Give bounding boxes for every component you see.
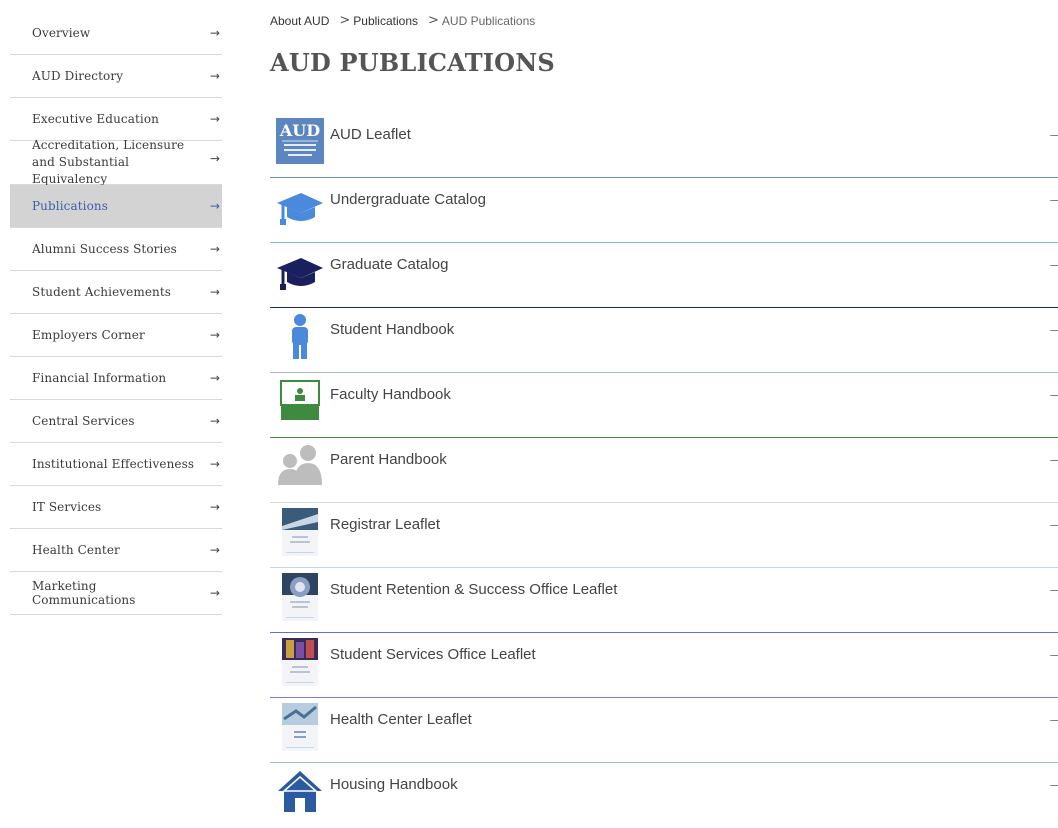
aud-logo-icon: AUD — [270, 118, 330, 172]
sidebar-item-student-achievements[interactable]: Student Achievements → — [10, 271, 222, 314]
collapse-icon[interactable]: – — [1050, 451, 1058, 467]
faculty-board-icon — [270, 378, 330, 432]
house-icon — [270, 768, 330, 822]
arrow-right-icon: → — [209, 414, 220, 428]
sidebar-item-label: Marketing Communications — [32, 579, 136, 607]
svg-text:AUD: AUD — [279, 121, 320, 140]
collapse-icon[interactable]: – — [1050, 386, 1058, 402]
sidebar-item-alumni-success-stories[interactable]: Alumni Success Stories → — [10, 228, 222, 271]
publication-label: Graduate Catalog — [330, 256, 449, 273]
sidebar-item-label: Financial Information — [32, 371, 167, 385]
publication-label: Student Retention & Success Office Leafl… — [330, 581, 618, 598]
publication-label: Student Services Office Leaflet — [330, 646, 536, 663]
arrow-right-icon: → — [209, 69, 220, 83]
arrow-right-icon: → — [209, 112, 220, 126]
sidebar-item-label: Student Achievements — [32, 285, 172, 299]
graduation-cap-dark-icon — [270, 248, 330, 302]
sidebar-nav: Overview → AUD Directory → Executive Edu… — [10, 12, 222, 615]
publication-label: Faculty Handbook — [330, 386, 451, 403]
sidebar-item-label: Health Center — [32, 543, 120, 557]
breadcrumb-about-aud[interactable]: About AUD — [270, 14, 329, 28]
breadcrumb-current: AUD Publications — [441, 13, 536, 28]
collapse-icon[interactable]: – — [1050, 581, 1058, 597]
sidebar-item-it-services[interactable]: IT Services → — [10, 486, 222, 529]
sidebar-item-executive-education[interactable]: Executive Education → — [10, 98, 222, 141]
arrow-right-icon: → — [209, 500, 220, 514]
sidebar-item-label: AUD Directory — [32, 69, 124, 83]
registrar-leaflet-thumbnail-icon — [270, 508, 330, 562]
sidebar-item-aud-directory[interactable]: AUD Directory → — [10, 55, 222, 98]
student-person-icon — [270, 313, 330, 367]
collapse-icon[interactable]: – — [1050, 256, 1058, 272]
chevron-right-icon: > — [428, 13, 439, 28]
sidebar-item-label: IT Services — [32, 500, 102, 514]
sidebar-item-label: Central Services — [32, 414, 135, 428]
graduation-cap-light-icon — [270, 183, 330, 237]
sidebar-item-institutional-effectiveness[interactable]: Institutional Effectiveness → — [10, 443, 222, 486]
page-title: AUD PUBLICATIONS — [270, 48, 555, 77]
publication-row-parent-handbook[interactable]: Parent Handbook – — [270, 438, 1058, 503]
collapse-icon[interactable]: – — [1050, 321, 1058, 337]
arrow-right-icon: → — [209, 371, 220, 385]
collapse-icon[interactable]: – — [1050, 126, 1058, 142]
collapse-icon[interactable]: – — [1050, 191, 1058, 207]
collapse-icon[interactable]: – — [1050, 646, 1058, 662]
breadcrumb-publications[interactable]: Publications — [353, 14, 418, 28]
retention-leaflet-thumbnail-icon — [270, 573, 330, 627]
collapse-icon[interactable]: – — [1050, 711, 1058, 727]
arrow-right-icon: → — [209, 543, 220, 557]
arrow-right-icon: → — [209, 328, 220, 342]
sidebar-item-label: Publications — [32, 199, 109, 213]
collapse-icon[interactable]: – — [1050, 776, 1058, 792]
publication-label: Undergraduate Catalog — [330, 191, 486, 208]
sidebar-item-label: Institutional Effectiveness — [32, 457, 195, 471]
publication-row-housing-handbook[interactable]: Housing Handbook – — [270, 763, 1058, 828]
sidebar-item-label: Alumni Success Stories — [32, 242, 177, 256]
publication-row-student-handbook[interactable]: Student Handbook – — [270, 308, 1058, 373]
arrow-right-icon: → — [209, 586, 220, 600]
breadcrumb: About AUD > Publications > AUD Publicati… — [270, 13, 535, 28]
sidebar-item-label: Overview — [32, 26, 91, 40]
arrow-right-icon: → — [209, 242, 220, 256]
parents-icon — [270, 443, 330, 497]
arrow-right-icon: → — [209, 457, 220, 471]
publication-label: Health Center Leaflet — [330, 711, 472, 728]
publication-label: Registrar Leaflet — [330, 516, 441, 533]
publication-row-health-center-leaflet[interactable]: Health Center Leaflet – — [270, 698, 1058, 763]
sidebar-item-publications[interactable]: Publications → — [10, 185, 222, 228]
sidebar-item-overview[interactable]: Overview → — [10, 12, 222, 55]
publication-row-undergraduate-catalog[interactable]: Undergraduate Catalog – — [270, 178, 1058, 243]
sidebar-item-employers-corner[interactable]: Employers Corner → — [10, 314, 222, 357]
sidebar-item-financial-information[interactable]: Financial Information → — [10, 357, 222, 400]
publication-label: AUD Leaflet — [330, 126, 411, 143]
sidebar-item-marketing-communications[interactable]: Marketing Communications → — [10, 572, 222, 615]
publication-row-graduate-catalog[interactable]: Graduate Catalog – — [270, 243, 1058, 308]
sidebar-item-label: Executive Education — [32, 112, 159, 126]
publications-list: AUD AUD Leaflet – Undergraduate Catalog … — [270, 113, 1058, 828]
chevron-right-icon: > — [339, 13, 351, 28]
sidebar-item-label: Accreditation, Licensure and Substantial… — [32, 138, 185, 186]
publication-label: Student Handbook — [330, 321, 455, 338]
sidebar-item-label: Employers Corner — [32, 328, 145, 342]
arrow-right-icon: → — [209, 285, 220, 299]
publication-label: Parent Handbook — [330, 451, 447, 468]
sidebar-item-health-center[interactable]: Health Center → — [10, 529, 222, 572]
publication-row-student-services-leaflet[interactable]: Student Services Office Leaflet – — [270, 633, 1058, 698]
arrow-right-icon: → — [209, 199, 220, 213]
publication-label: Housing Handbook — [330, 776, 458, 793]
sidebar-item-accreditation[interactable]: Accreditation, Licensure and Substantial… — [10, 138, 222, 186]
services-leaflet-thumbnail-icon — [270, 638, 330, 692]
publication-row-registrar-leaflet[interactable]: Registrar Leaflet – — [270, 503, 1058, 568]
publication-row-aud-leaflet[interactable]: AUD AUD Leaflet – — [270, 113, 1058, 178]
arrow-right-icon: → — [209, 151, 220, 166]
sidebar-item-central-services[interactable]: Central Services → — [10, 400, 222, 443]
publication-row-student-retention-leaflet[interactable]: Student Retention & Success Office Leafl… — [270, 568, 1058, 633]
health-leaflet-thumbnail-icon — [270, 703, 330, 757]
publication-row-faculty-handbook[interactable]: Faculty Handbook – — [270, 373, 1058, 438]
collapse-icon[interactable]: – — [1050, 516, 1058, 532]
arrow-right-icon: → — [209, 26, 220, 40]
